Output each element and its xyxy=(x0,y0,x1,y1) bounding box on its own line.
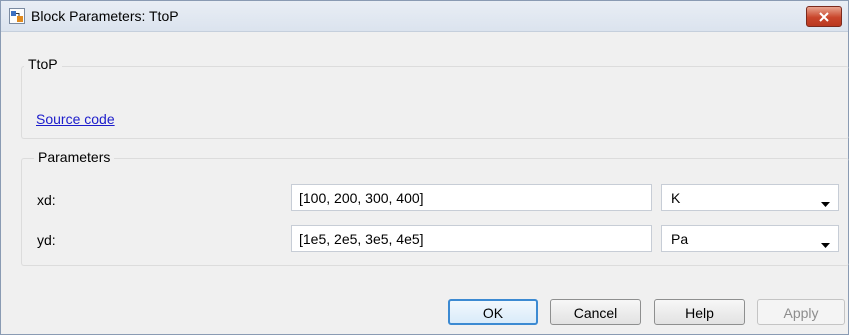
parameters-group-title: Parameters xyxy=(34,149,115,165)
cancel-button[interactable]: Cancel xyxy=(550,299,641,325)
xd-unit-value: K xyxy=(671,190,681,206)
close-icon xyxy=(818,11,830,22)
apply-button[interactable]: Apply xyxy=(757,299,845,325)
source-code-link[interactable]: Source code xyxy=(36,111,115,127)
simulink-block-icon xyxy=(9,8,25,24)
yd-unit-value: Pa xyxy=(671,231,689,247)
window-title: Block Parameters: TtoP xyxy=(31,8,179,24)
block-parameters-dialog: Block Parameters: TtoP TtoP Source code … xyxy=(0,0,849,335)
description-group-title: TtoP xyxy=(24,56,62,72)
chevron-down-icon xyxy=(821,236,830,252)
close-button[interactable] xyxy=(806,6,842,27)
xd-unit-select[interactable]: K xyxy=(661,184,839,211)
title-bar[interactable]: Block Parameters: TtoP xyxy=(1,1,848,32)
chevron-down-icon xyxy=(821,195,830,211)
yd-unit-select[interactable]: Pa xyxy=(661,225,839,252)
xd-input[interactable] xyxy=(291,184,652,211)
ok-button[interactable]: OK xyxy=(448,299,538,325)
xd-label: xd: xyxy=(37,192,56,208)
yd-input[interactable] xyxy=(291,225,652,252)
description-group xyxy=(21,66,849,139)
help-button[interactable]: Help xyxy=(654,299,745,325)
yd-label: yd: xyxy=(37,232,56,248)
